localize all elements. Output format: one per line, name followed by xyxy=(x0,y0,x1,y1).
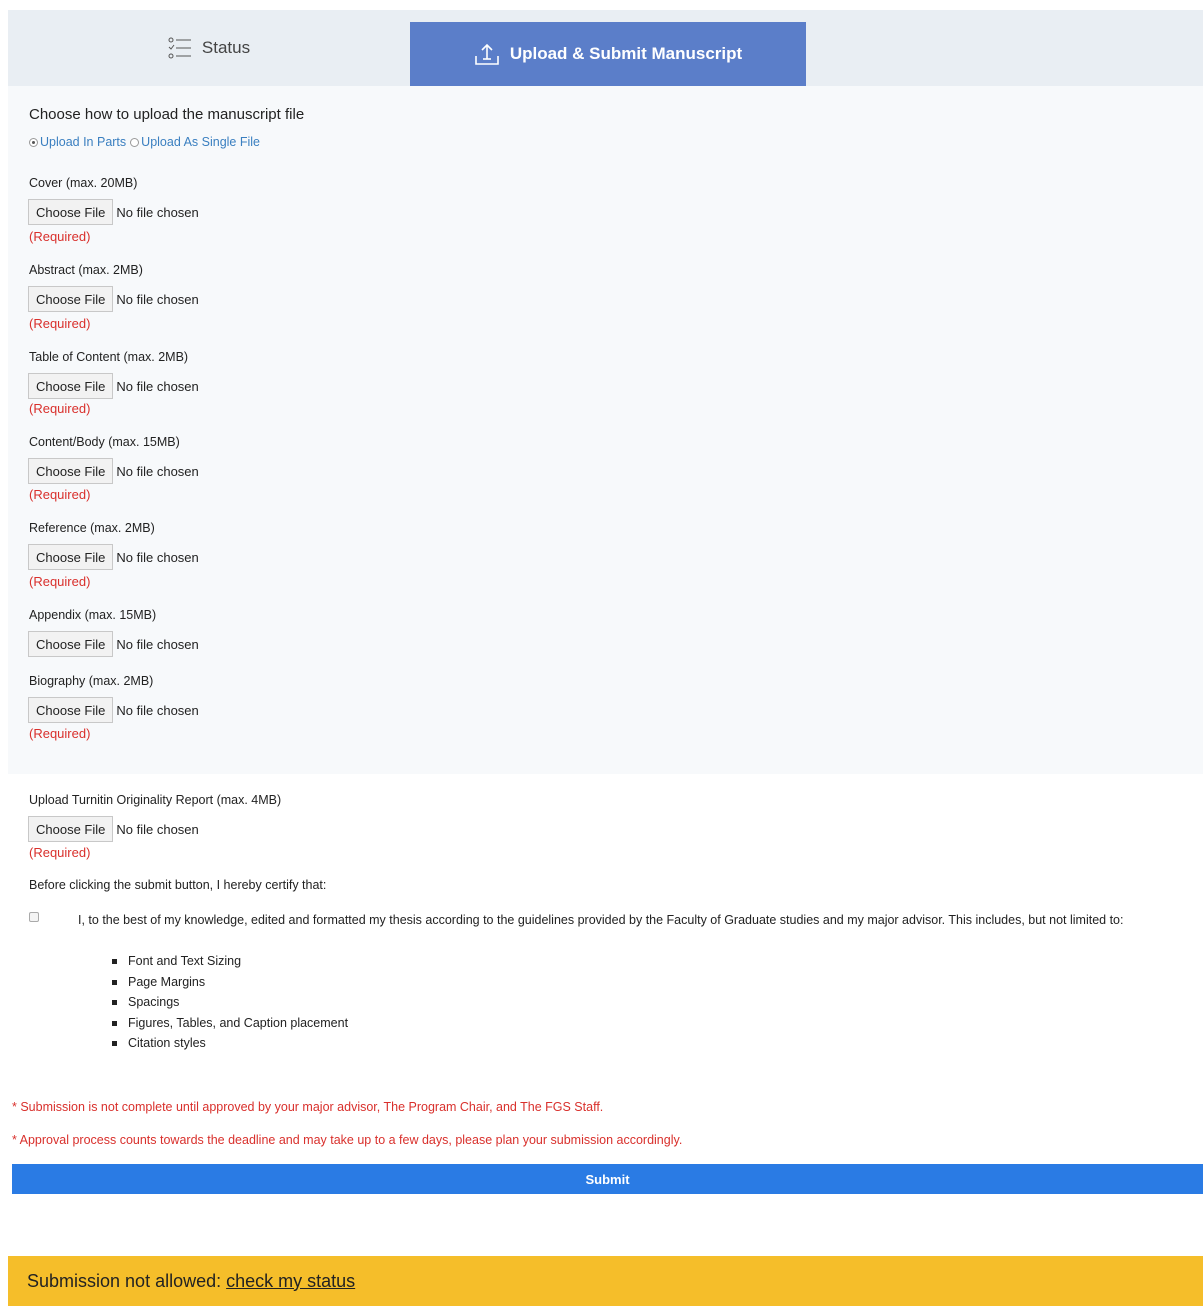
file-input-abstract[interactable]: Choose File No file chosen xyxy=(28,286,199,312)
required-label: (Required) xyxy=(29,574,91,589)
certify-statement: I, to the best of my knowledge, edited a… xyxy=(78,913,1124,927)
tab-bar: Status Upload & Submit Manuscript xyxy=(8,10,1203,86)
field-label-turnitin-report: Upload Turnitin Originality Report (max.… xyxy=(29,793,282,807)
required-label: (Required) xyxy=(29,845,91,860)
required-label: (Required) xyxy=(29,401,91,416)
choose-file-button[interactable]: Choose File xyxy=(28,697,114,723)
file-input-appendix[interactable]: Choose File No file chosen xyxy=(28,631,199,657)
file-input-table-of-content[interactable]: Choose File No file chosen xyxy=(28,373,199,399)
field-label-cover: Cover (max. 20MB) xyxy=(29,176,138,190)
certify-checkbox[interactable] xyxy=(29,912,39,922)
field-label-abstract: Abstract (max. 2MB) xyxy=(29,263,143,277)
file-input-reference[interactable]: Choose File No file chosen xyxy=(28,544,199,570)
certify-list: Font and Text Sizing Page Margins Spacin… xyxy=(112,951,348,1054)
tab-upload-submit[interactable]: Upload & Submit Manuscript xyxy=(410,22,806,86)
choose-file-button[interactable]: Choose File xyxy=(28,199,114,225)
file-input-turnitin-report[interactable]: Choose File No file chosen xyxy=(28,816,199,842)
radio-upload-single-file[interactable] xyxy=(130,137,140,147)
file-input-biography[interactable]: Choose File No file chosen xyxy=(28,697,199,723)
list-item: Figures, Tables, and Caption placement xyxy=(112,1013,348,1034)
file-status: No file chosen xyxy=(116,463,199,479)
tab-upload-label: Upload & Submit Manuscript xyxy=(509,44,743,63)
choose-file-button[interactable]: Choose File xyxy=(28,631,114,657)
upload-panel xyxy=(8,86,1203,774)
field-label-biography: Biography (max. 2MB) xyxy=(29,674,154,688)
file-input-cover[interactable]: Choose File No file chosen xyxy=(28,199,199,225)
upload-method-radios: Upload In Parts Upload As Single File xyxy=(29,135,264,149)
field-label-reference: Reference (max. 2MB) xyxy=(29,521,155,535)
choose-file-button[interactable]: Choose File xyxy=(28,544,114,570)
field-label-content-body: Content/Body (max. 15MB) xyxy=(29,435,180,449)
file-status: No file chosen xyxy=(116,821,199,837)
radio-upload-single-file-label[interactable]: Upload As Single File xyxy=(141,135,260,149)
file-input-content-body[interactable]: Choose File No file chosen xyxy=(28,458,199,484)
status-banner: Submission not allowed: check my status xyxy=(8,1256,1203,1306)
file-status: No file chosen xyxy=(116,702,199,718)
file-status: No file chosen xyxy=(116,291,199,307)
choose-file-button[interactable]: Choose File xyxy=(28,286,114,312)
field-label-appendix: Appendix (max. 15MB) xyxy=(29,608,157,622)
certify-title: Before clicking the submit button, I her… xyxy=(29,878,327,892)
list-item: Spacings xyxy=(112,992,348,1013)
submit-button[interactable]: Submit xyxy=(12,1164,1203,1194)
upload-method-title: Choose how to upload the manuscript file xyxy=(29,106,305,123)
choose-file-button[interactable]: Choose File xyxy=(28,458,114,484)
file-status: No file chosen xyxy=(116,204,199,220)
file-status: No file chosen xyxy=(116,549,199,565)
required-label: (Required) xyxy=(29,316,91,331)
choose-file-button[interactable]: Choose File xyxy=(28,816,114,842)
list-item: Page Margins xyxy=(112,972,348,993)
file-status: No file chosen xyxy=(116,378,199,394)
required-label: (Required) xyxy=(29,487,91,502)
checklist-icon xyxy=(168,37,192,59)
tab-status-label: Status xyxy=(201,38,251,57)
radio-upload-in-parts-label[interactable]: Upload In Parts xyxy=(40,135,126,149)
tab-status[interactable]: Status xyxy=(8,10,410,86)
approval-note: * Submission is not complete until appro… xyxy=(12,1100,604,1114)
banner-text: Submission not allowed: xyxy=(27,1270,222,1291)
required-label: (Required) xyxy=(29,726,91,741)
field-label-table-of-content: Table of Content (max. 2MB) xyxy=(29,350,189,364)
file-status: No file chosen xyxy=(116,636,199,652)
radio-upload-in-parts[interactable] xyxy=(29,137,38,147)
deadline-note: * Approval process counts towards the de… xyxy=(12,1133,683,1147)
choose-file-button[interactable]: Choose File xyxy=(28,373,114,399)
list-item: Citation styles xyxy=(112,1033,348,1054)
upload-icon xyxy=(474,42,500,66)
list-item: Font and Text Sizing xyxy=(112,951,348,972)
required-label: (Required) xyxy=(29,229,91,244)
check-status-link[interactable]: check my status xyxy=(226,1271,355,1292)
